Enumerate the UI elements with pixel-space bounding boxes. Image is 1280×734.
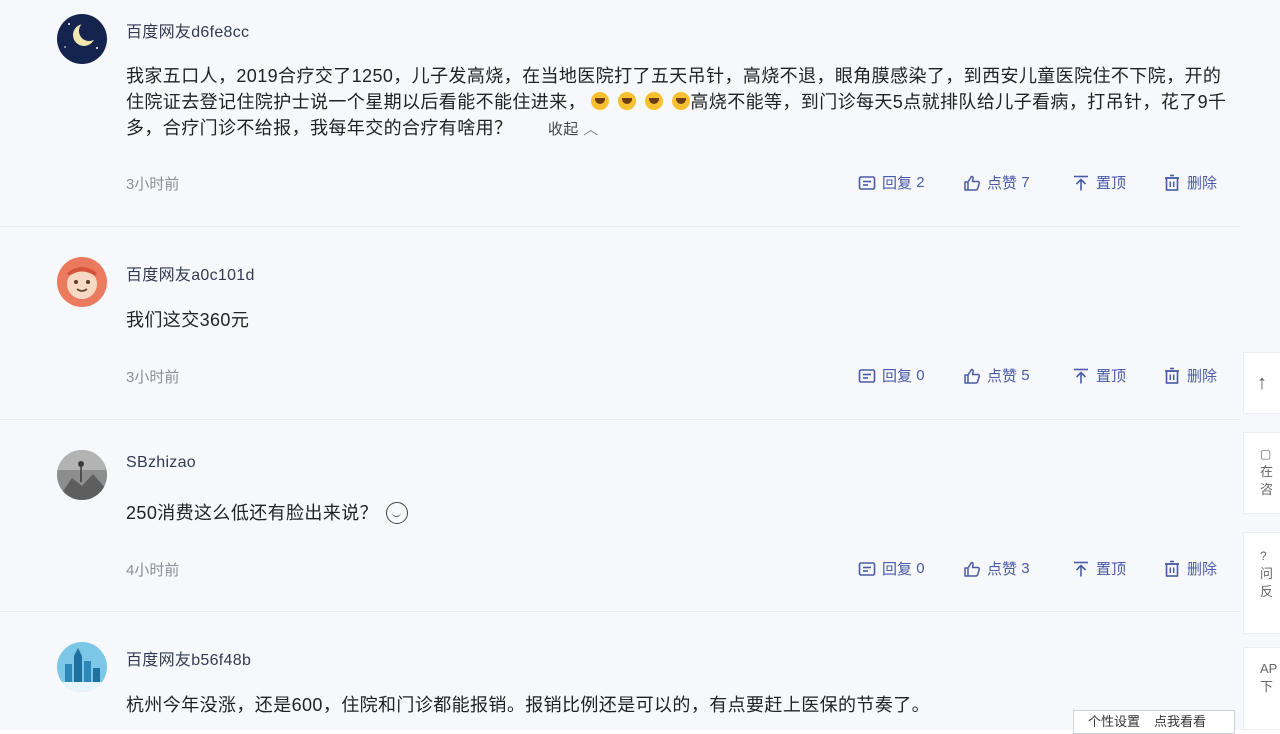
- pin-top-icon: [1074, 175, 1088, 190]
- crying-emoji-icon: [645, 92, 664, 110]
- reply-count: 2: [916, 174, 925, 191]
- view-more-link[interactable]: 点我看看: [1154, 711, 1206, 730]
- crying-emoji-icon: [672, 92, 691, 110]
- delete-button[interactable]: 删除: [1163, 172, 1238, 193]
- pin-to-top-button[interactable]: 置顶: [1072, 172, 1163, 193]
- chevron-up-icon: ︿: [583, 121, 599, 138]
- reply-label: 回复: [882, 368, 913, 385]
- bottom-settings-popup: 个性设置 点我看看: [1073, 710, 1235, 734]
- thumbs-up-icon: [964, 561, 981, 577]
- pin-top-icon: [1074, 368, 1088, 383]
- cartoon-face-avatar-icon[interactable]: [57, 257, 107, 307]
- comment-text-body: 250消费这么低还有脸出来说？: [126, 503, 379, 523]
- pin-top-icon: [1074, 561, 1088, 576]
- moon-night-avatar-icon[interactable]: [57, 14, 107, 64]
- pin-label: 置顶: [1096, 368, 1127, 385]
- comment-time: 3小时前: [126, 369, 180, 386]
- comment-actions: 回复 0 点赞 3 置顶 删除: [858, 558, 1238, 579]
- comment-actions: 回复 2 点赞 7 置顶 删除: [858, 172, 1238, 193]
- thumbs-up-icon: [964, 175, 981, 191]
- pin-to-top-button[interactable]: 置顶: [1072, 558, 1163, 579]
- reply-count: 0: [916, 560, 925, 577]
- rail-item-line: 咨: [1260, 482, 1274, 497]
- comment-item: SBzhizao 250消费这么低还有脸出来说？ 4小时前 回复 0 点赞 3 …: [0, 419, 1240, 612]
- like-count: 3: [1021, 560, 1030, 577]
- like-label: 点赞: [987, 368, 1018, 385]
- crying-emoji-icon: [618, 92, 637, 110]
- delete-button[interactable]: 删除: [1163, 558, 1238, 579]
- reply-icon: [858, 368, 876, 383]
- personal-settings-link[interactable]: 个性设置: [1088, 711, 1140, 730]
- like-button[interactable]: 点赞 3: [963, 558, 1072, 579]
- rail-item-line: 下: [1260, 679, 1274, 694]
- reply-icon: [858, 175, 876, 190]
- like-count: 5: [1021, 367, 1030, 384]
- comment-item: 百度网友a0c101d 我们这交360元 3小时前 回复 0 点赞 5 置顶 删…: [0, 226, 1240, 420]
- photo-avatar-icon[interactable]: [57, 450, 107, 500]
- comment-text: 我家五口人，2019合疗交了1250，儿子发高烧，在当地医院打了五天吊针，高烧不…: [126, 63, 1231, 143]
- chat-icon: ▢: [1260, 447, 1272, 461]
- comment-text: 杭州今年没涨，还是600，住院和门诊都能报销。报销比例还是可以的，有点要赶上医保…: [126, 695, 931, 715]
- trash-icon: [1165, 174, 1179, 191]
- rail-item-line: 问: [1260, 566, 1274, 581]
- reply-button[interactable]: 回复 0: [858, 365, 963, 386]
- rail-app-item[interactable]: AP 下: [1243, 647, 1280, 730]
- question-icon: ?: [1260, 549, 1267, 563]
- back-to-top-button[interactable]: ↑: [1243, 352, 1280, 414]
- like-label: 点赞: [987, 561, 1018, 578]
- trash-icon: [1165, 560, 1179, 577]
- right-side-toolbar: ↑ ▢ 在 咨 ? 问 反 AP 下: [1243, 352, 1280, 730]
- city-skyline-avatar-icon[interactable]: [57, 642, 107, 692]
- delete-label: 删除: [1187, 368, 1218, 385]
- like-button[interactable]: 点赞 5: [963, 365, 1072, 386]
- comment-text: 250消费这么低还有脸出来说？: [126, 500, 1231, 526]
- crying-emoji-icon: [591, 92, 610, 110]
- pin-label: 置顶: [1096, 175, 1127, 192]
- reply-button[interactable]: 回复 2: [858, 172, 963, 193]
- comment-item: 百度网友b56f48b 杭州今年没涨，还是600，住院和门诊都能报销。报销比例还…: [0, 611, 1240, 730]
- comment-item: 百度网友d6fe8cc 我家五口人，2019合疗交了1250，儿子发高烧，在当地…: [0, 0, 1240, 227]
- collapse-button[interactable]: 收起 ︿: [548, 117, 599, 143]
- rail-consult-item[interactable]: ▢ 在 咨: [1243, 432, 1280, 514]
- like-button[interactable]: 点赞 7: [963, 172, 1072, 193]
- comment-username[interactable]: 百度网友b56f48b: [126, 646, 251, 670]
- like-label: 点赞: [987, 175, 1018, 192]
- reply-label: 回复: [882, 561, 913, 578]
- collapse-label: 收起: [547, 121, 579, 138]
- rail-item-line: 在: [1260, 464, 1274, 479]
- comment-list-page: 百度网友d6fe8cc 我家五口人，2019合疗交了1250，儿子发高烧，在当地…: [0, 0, 1280, 734]
- arrow-up-icon: ↑: [1257, 371, 1267, 394]
- like-count: 7: [1021, 174, 1030, 191]
- comment-username[interactable]: 百度网友d6fe8cc: [126, 18, 249, 42]
- comment-time: 4小时前: [126, 562, 180, 579]
- rail-feedback-item[interactable]: ? 问 反: [1243, 532, 1280, 634]
- pin-to-top-button[interactable]: 置顶: [1072, 365, 1163, 386]
- delete-label: 删除: [1187, 561, 1218, 578]
- comment-username[interactable]: 百度网友a0c101d: [126, 261, 255, 285]
- reply-button[interactable]: 回复 0: [858, 558, 963, 579]
- delete-button[interactable]: 删除: [1163, 365, 1238, 386]
- delete-label: 删除: [1187, 175, 1218, 192]
- reply-label: 回复: [882, 175, 913, 192]
- rail-item-line: 反: [1260, 584, 1274, 599]
- rail-item-line: AP: [1260, 661, 1278, 676]
- reply-icon: [858, 561, 876, 576]
- thumbs-up-icon: [964, 368, 981, 384]
- reply-count: 0: [916, 367, 925, 384]
- smile-emoji-icon: [386, 502, 409, 524]
- trash-icon: [1165, 367, 1179, 384]
- comment-username[interactable]: SBzhizao: [126, 454, 196, 472]
- pin-label: 置顶: [1096, 561, 1127, 578]
- comment-text: 我们这交360元: [126, 310, 250, 330]
- comment-actions: 回复 0 点赞 5 置顶 删除: [858, 365, 1238, 386]
- comment-time: 3小时前: [126, 176, 180, 193]
